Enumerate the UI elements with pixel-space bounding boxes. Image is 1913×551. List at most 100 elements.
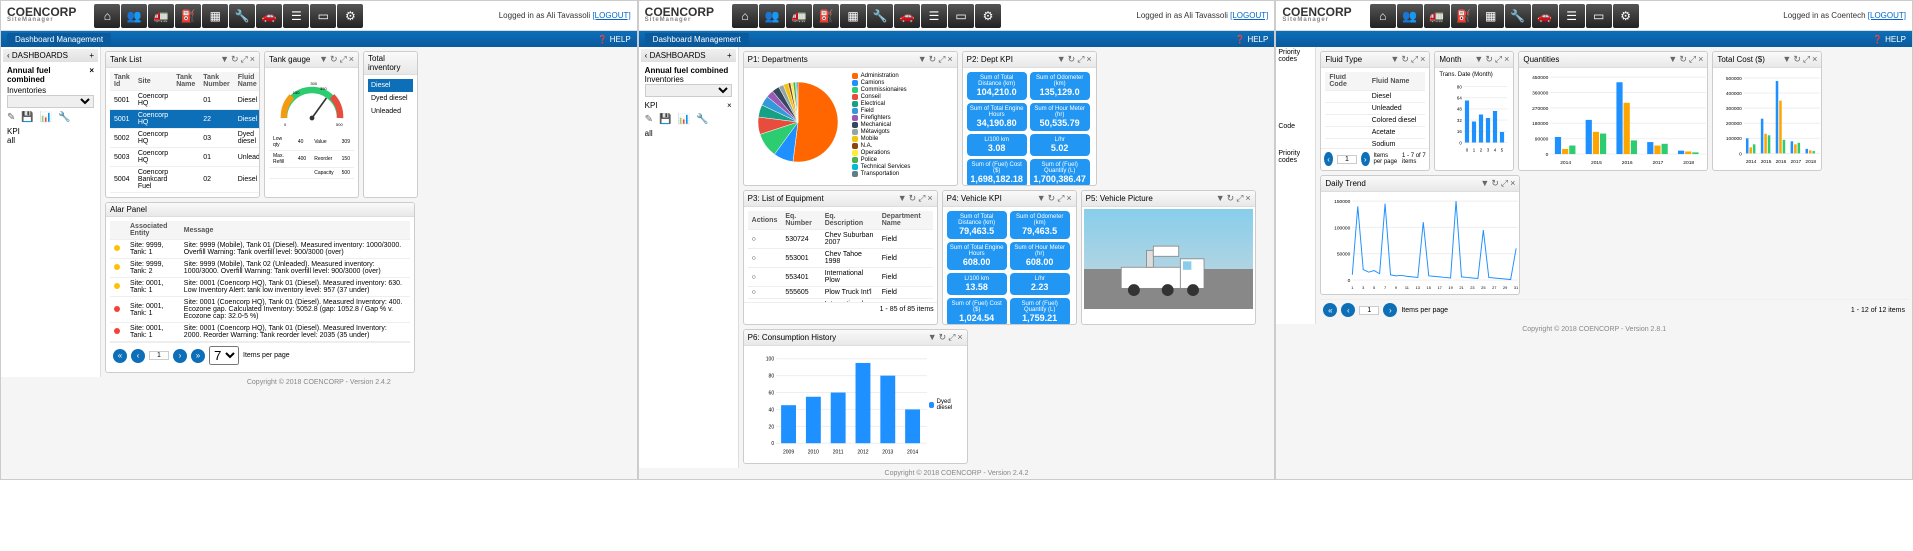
- close-icon[interactable]: ×: [927, 193, 932, 204]
- table-row[interactable]: 5001Coencorp HQ22Diesel: [110, 110, 260, 129]
- close-icon[interactable]: ×: [89, 66, 94, 84]
- filter-icon[interactable]: ▼: [1216, 193, 1225, 204]
- home-icon[interactable]: ⌂: [94, 4, 120, 28]
- refresh-icon[interactable]: ↻: [939, 332, 947, 343]
- active-tab[interactable]: Dashboard Management: [7, 33, 111, 46]
- sliders-icon[interactable]: ⚙: [975, 4, 1001, 28]
- filter-icon[interactable]: ▼: [1057, 54, 1066, 65]
- close-icon[interactable]: ×: [947, 54, 952, 65]
- expand-icon[interactable]: ⤢: [938, 54, 945, 65]
- list-icon[interactable]: ☰: [1559, 4, 1585, 28]
- inventory-icon[interactable]: ▭: [1586, 4, 1612, 28]
- inventory-row[interactable]: Unleaded: [368, 105, 413, 118]
- chevron-icon[interactable]: ‹: [645, 51, 648, 60]
- users-icon[interactable]: 👥: [121, 4, 147, 28]
- table-row[interactable]: Acetate: [1325, 127, 1425, 139]
- close-icon[interactable]: ×: [727, 101, 732, 110]
- filter-icon[interactable]: ▼: [1668, 54, 1677, 65]
- dashboard-annual[interactable]: Annual fuel combined×: [7, 66, 94, 84]
- refresh-icon[interactable]: ↻: [231, 54, 239, 65]
- table-row[interactable]: ○530724Chev Suburban 2007Field: [748, 230, 933, 249]
- dashboard-annual[interactable]: Annual fuel combined: [645, 66, 732, 75]
- help-link[interactable]: ❓ HELP: [1235, 35, 1268, 44]
- pager-next[interactable]: ›: [173, 349, 187, 363]
- expand-icon[interactable]: ⤢: [340, 54, 347, 65]
- chart-icon[interactable]: 📊: [40, 112, 52, 123]
- table-row[interactable]: Diesel: [1325, 91, 1425, 103]
- col-header[interactable]: Tank Id: [110, 72, 134, 91]
- refresh-icon[interactable]: ↻: [909, 193, 917, 204]
- col-header[interactable]: Site: [134, 72, 172, 91]
- close-icon[interactable]: ×: [1510, 178, 1515, 189]
- table-row[interactable]: 5001Coencorp HQ01Diesel: [110, 91, 260, 110]
- table-row[interactable]: ○555605Plow Truck Int'lField: [748, 287, 933, 299]
- inventory-icon[interactable]: ▭: [310, 4, 336, 28]
- wrench-icon[interactable]: 🔧: [696, 114, 708, 125]
- add-icon[interactable]: +: [89, 51, 94, 60]
- expand-icon[interactable]: ⤢: [1057, 193, 1064, 204]
- close-icon[interactable]: ×: [349, 54, 354, 65]
- filter-icon[interactable]: ▼: [1390, 54, 1399, 65]
- expand-icon[interactable]: ⤢: [1077, 54, 1084, 65]
- home-icon[interactable]: ⌂: [1370, 4, 1396, 28]
- tools-icon[interactable]: 🔧: [1505, 4, 1531, 28]
- inventories-select[interactable]: [645, 84, 732, 97]
- inventory-row[interactable]: Diesel: [368, 79, 413, 92]
- pager-first[interactable]: «: [113, 349, 127, 363]
- table-row[interactable]: Unleaded: [1325, 103, 1425, 115]
- list-icon[interactable]: ☰: [283, 4, 309, 28]
- fuel-icon[interactable]: ⛽: [813, 4, 839, 28]
- filter-icon[interactable]: ▼: [319, 54, 328, 65]
- refresh-icon[interactable]: ↻: [1679, 54, 1687, 65]
- expand-icon[interactable]: ⤢: [918, 193, 925, 204]
- filter-icon[interactable]: ▼: [928, 332, 937, 343]
- filter-icon[interactable]: ▼: [1480, 178, 1489, 189]
- refresh-icon[interactable]: ↻: [1491, 178, 1499, 189]
- chart-icon[interactable]: 📊: [678, 114, 690, 125]
- refresh-icon[interactable]: ↻: [1485, 54, 1493, 65]
- pager-size[interactable]: 7: [209, 346, 239, 365]
- close-icon[interactable]: ×: [1245, 193, 1250, 204]
- expand-icon[interactable]: ⤢: [1689, 54, 1696, 65]
- table-row[interactable]: 5004Coencorp Bankcard Fuel02Diesel: [110, 167, 260, 193]
- save-icon[interactable]: 💾: [659, 114, 671, 125]
- refresh-icon[interactable]: ↻: [929, 54, 937, 65]
- close-icon[interactable]: ×: [1066, 193, 1071, 204]
- close-icon[interactable]: ×: [1698, 54, 1703, 65]
- help-link[interactable]: ❓ HELP: [598, 35, 631, 44]
- filter-icon[interactable]: ▼: [1782, 54, 1791, 65]
- alarm-row[interactable]: Site: 0001, Tank: 1Site: 0001 (Coencorp …: [110, 323, 410, 342]
- list-icon[interactable]: ☰: [921, 4, 947, 28]
- refresh-icon[interactable]: ↻: [1401, 54, 1409, 65]
- logout-link[interactable]: [LOGOUT]: [1868, 11, 1906, 20]
- expand-icon[interactable]: ⤢: [241, 54, 248, 65]
- logout-link[interactable]: [LOGOUT]: [592, 11, 630, 20]
- alarm-row[interactable]: Site: 0001, Tank: 1Site: 0001 (Coencorp …: [110, 297, 410, 323]
- table-row[interactable]: ○553401International PlowField: [748, 268, 933, 287]
- inventories-select[interactable]: [7, 95, 94, 108]
- refresh-icon[interactable]: ↻: [1048, 193, 1056, 204]
- sliders-icon[interactable]: ⚙: [1613, 4, 1639, 28]
- filter-icon[interactable]: ▼: [220, 54, 229, 65]
- refresh-icon[interactable]: ↻: [1793, 54, 1801, 65]
- close-icon[interactable]: ×: [957, 332, 962, 343]
- pager-prev[interactable]: ‹: [1341, 303, 1355, 317]
- close-icon[interactable]: ×: [250, 54, 255, 65]
- expand-icon[interactable]: ⤢: [1411, 54, 1418, 65]
- refresh-icon[interactable]: ↻: [1068, 54, 1076, 65]
- pager-page[interactable]: [1337, 155, 1357, 164]
- close-icon[interactable]: ×: [1812, 54, 1817, 65]
- keypad-icon[interactable]: ▦: [840, 4, 866, 28]
- expand-icon[interactable]: ⤢: [948, 332, 955, 343]
- table-row[interactable]: 5003Coencorp HQ01Unleaded: [110, 148, 260, 167]
- pager-first[interactable]: «: [1323, 303, 1337, 317]
- pager-next[interactable]: ›: [1361, 152, 1370, 166]
- help-link[interactable]: ❓ HELP: [1873, 35, 1906, 44]
- pager-page[interactable]: [1359, 306, 1379, 315]
- fuel-icon[interactable]: ⛽: [175, 4, 201, 28]
- col-header[interactable]: Tank Number: [199, 72, 233, 91]
- add-icon[interactable]: +: [727, 51, 732, 60]
- filter-icon[interactable]: ▼: [1037, 193, 1046, 204]
- expand-icon[interactable]: ⤢: [1236, 193, 1243, 204]
- inventory-icon[interactable]: ▭: [948, 4, 974, 28]
